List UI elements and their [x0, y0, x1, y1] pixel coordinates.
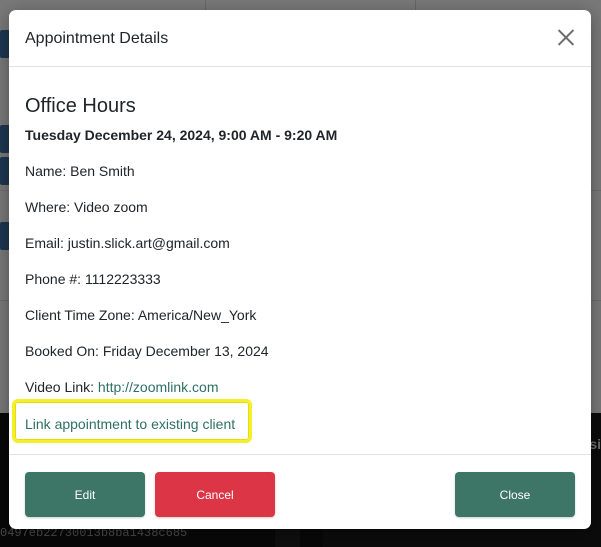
client-email: Email: justin.slick.art@gmail.com	[25, 235, 230, 251]
appointment-details-modal: Appointment Details Office Hours Tuesday…	[9, 10, 591, 529]
video-link-label: Video Link:	[25, 379, 98, 395]
modal-title: Appointment Details	[25, 30, 169, 47]
booked-on-date: Booked On: Friday December 13, 2024	[25, 343, 269, 359]
appointment-datetime: Tuesday December 24, 2024, 9:00 AM - 9:2…	[25, 127, 338, 143]
close-icon[interactable]	[555, 26, 577, 48]
link-to-existing-client-link[interactable]: Link appointment to existing client	[25, 416, 235, 432]
modal-footer: Edit Cancel Close	[9, 454, 591, 529]
modal-header: Appointment Details	[9, 10, 591, 67]
close-button[interactable]: Close	[455, 472, 575, 517]
client-timezone: Client Time Zone: America/New_York	[25, 307, 257, 323]
appointment-name: Office Hours	[25, 95, 136, 117]
client-name: Name: Ben Smith	[25, 163, 135, 179]
appointment-location: Where: Video zoom	[25, 199, 148, 215]
edit-button[interactable]: Edit	[25, 472, 145, 517]
video-link[interactable]: http://zoomlink.com	[98, 379, 219, 395]
video-link-row: Video Link: http://zoomlink.com	[25, 379, 219, 395]
client-phone: Phone #: 1112223333	[25, 271, 161, 287]
cancel-button[interactable]: Cancel	[155, 472, 275, 517]
